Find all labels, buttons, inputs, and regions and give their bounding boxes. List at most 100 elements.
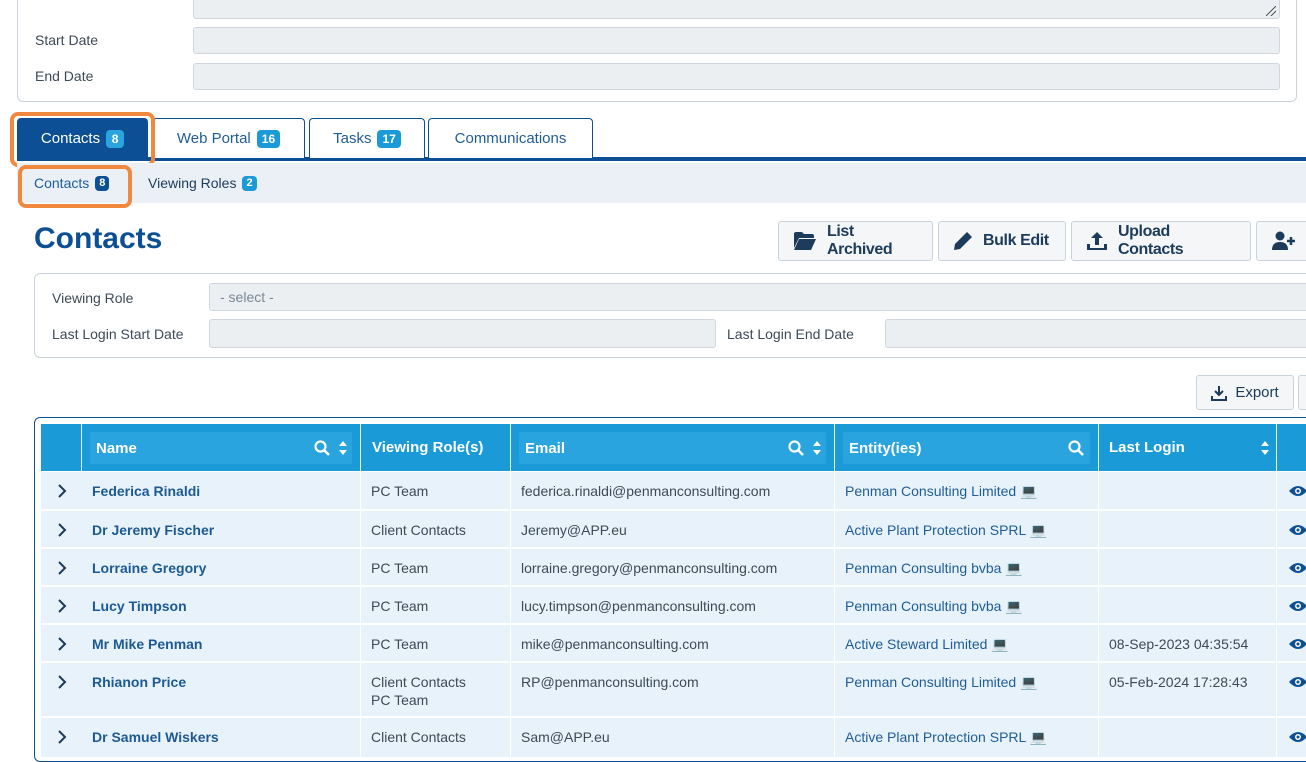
- search-icon[interactable]: [1068, 440, 1084, 456]
- contact-entity[interactable]: Penman Consulting Limited 💻: [835, 663, 1099, 716]
- table-row[interactable]: Lucy Timpson PC Team lucy.timpson@penman…: [41, 587, 1306, 624]
- contact-last-login: [1099, 511, 1277, 547]
- view-eye-icon[interactable]: [1288, 561, 1306, 578]
- entity-column-header[interactable]: Entity(ies): [835, 424, 1099, 471]
- contact-name-link[interactable]: Federica Rinaldi: [82, 472, 361, 509]
- contact-email: RP@penmanconsulting.com: [511, 663, 835, 716]
- entity-link[interactable]: Active Plant Protection SPRL: [845, 522, 1026, 538]
- contact-role: PC Team: [361, 549, 511, 585]
- contact-last-login: 05-Feb-2024 17:28:43: [1099, 663, 1277, 716]
- view-eye-icon[interactable]: [1288, 637, 1306, 654]
- expand-chevron-icon[interactable]: [57, 523, 67, 540]
- contact-name-link[interactable]: Dr Samuel Wiskers: [82, 718, 361, 757]
- contact-entity[interactable]: Active Plant Protection SPRL 💻: [835, 718, 1099, 757]
- contact-email: Sam@APP.eu: [511, 718, 835, 757]
- search-icon[interactable]: [788, 440, 804, 456]
- add-contact-button[interactable]: A: [1256, 221, 1306, 261]
- sub-tabs: Contacts 8 Viewing Roles 2: [17, 163, 1306, 203]
- entity-link[interactable]: Active Plant Protection SPRL: [845, 729, 1026, 745]
- entity-link[interactable]: Active Steward Limited: [845, 636, 987, 652]
- bulk-edit-button[interactable]: Bulk Edit: [938, 221, 1066, 261]
- contact-last-login: [1099, 549, 1277, 585]
- contact-entity[interactable]: Active Steward Limited 💻: [835, 625, 1099, 661]
- entity-link[interactable]: Penman Consulting Limited: [845, 674, 1016, 690]
- table-row[interactable]: Mr Mike Penman PC Team mike@penmanconsul…: [41, 625, 1306, 662]
- contact-entity[interactable]: Penman Consulting Limited 💻: [835, 472, 1099, 509]
- tab-web-portal[interactable]: Web Portal 16: [152, 118, 305, 158]
- export-button[interactable]: Export: [1196, 375, 1294, 410]
- list-archived-button[interactable]: List Archived: [778, 221, 933, 261]
- viewing-role-select[interactable]: - select -: [209, 283, 1306, 311]
- tab-contacts[interactable]: Contacts 8: [17, 118, 148, 158]
- last-login-start-input[interactable]: [209, 319, 716, 348]
- sort-icon[interactable]: [338, 440, 348, 456]
- table-row[interactable]: Dr Samuel Wiskers Client Contacts Sam@AP…: [41, 718, 1306, 758]
- contact-name-link[interactable]: Lucy Timpson: [82, 587, 361, 623]
- filter-panel: Viewing Role - select - Last Login Start…: [34, 273, 1306, 358]
- contact-name-link[interactable]: Dr Jeremy Fischer: [82, 511, 361, 547]
- last-login-column-header[interactable]: Last Login: [1099, 424, 1277, 471]
- expand-chevron-icon[interactable]: [57, 484, 67, 501]
- view-eye-icon[interactable]: [1288, 730, 1306, 747]
- contact-role: Client Contacts: [371, 674, 466, 690]
- contact-email: lorraine.gregory@penmanconsulting.com: [511, 549, 835, 585]
- more-options-button[interactable]: [1298, 375, 1306, 410]
- expand-chevron-icon[interactable]: [57, 561, 67, 578]
- contact-roles: Client Contacts PC Team: [361, 663, 511, 716]
- search-icon[interactable]: [314, 440, 330, 456]
- laptop-icon: 💻: [1020, 483, 1038, 499]
- contact-name-link[interactable]: Rhianon Price: [82, 663, 361, 716]
- table-row[interactable]: Federica Rinaldi PC Team federica.rinald…: [41, 472, 1306, 510]
- subtab-viewing-roles-label: Viewing Roles: [148, 175, 237, 191]
- entity-column-label: Entity(ies): [849, 439, 922, 457]
- view-eye-icon[interactable]: [1288, 675, 1306, 692]
- tab-tasks-badge: 17: [377, 129, 401, 148]
- contact-entity[interactable]: Penman Consulting bvba 💻: [835, 549, 1099, 585]
- sort-icon[interactable]: [1260, 440, 1270, 456]
- subtab-contacts-label: Contacts: [34, 175, 90, 191]
- main-tabs: Contacts 8 Web Portal 16 Tasks 17 Commun…: [0, 112, 1306, 162]
- entity-link[interactable]: Penman Consulting bvba: [845, 598, 1001, 614]
- expand-chevron-icon[interactable]: [57, 675, 67, 692]
- name-column-header[interactable]: Name: [82, 424, 361, 471]
- expand-chevron-icon[interactable]: [57, 599, 67, 616]
- view-eye-icon[interactable]: [1288, 523, 1306, 540]
- table-row[interactable]: Lorraine Gregory PC Team lorraine.gregor…: [41, 549, 1306, 586]
- tab-communications-label: Communications: [454, 130, 567, 147]
- upload-contacts-button[interactable]: Upload Contacts: [1071, 221, 1251, 261]
- subtab-contacts[interactable]: Contacts 8: [34, 163, 110, 203]
- contact-role: PC Team: [361, 587, 511, 623]
- pencil-icon: [954, 232, 972, 250]
- contact-entity[interactable]: Penman Consulting bvba 💻: [835, 587, 1099, 623]
- contact-name-link[interactable]: Lorraine Gregory: [82, 549, 361, 585]
- entity-link[interactable]: Penman Consulting bvba: [845, 560, 1001, 576]
- subtab-viewing-roles-badge: 2: [242, 175, 257, 191]
- tab-contacts-badge: 8: [106, 129, 125, 148]
- end-date-input[interactable]: [193, 63, 1280, 90]
- download-icon: [1211, 385, 1228, 401]
- subtab-viewing-roles[interactable]: Viewing Roles 2: [148, 163, 257, 203]
- resize-grip-icon[interactable]: [1266, 6, 1276, 16]
- table-row[interactable]: Dr Jeremy Fischer Client Contacts Jeremy…: [41, 511, 1306, 548]
- view-eye-icon[interactable]: [1288, 599, 1306, 616]
- contact-last-login: [1099, 472, 1277, 509]
- start-date-input[interactable]: [193, 27, 1280, 54]
- tab-tasks[interactable]: Tasks 17: [309, 118, 425, 158]
- view-eye-icon[interactable]: [1288, 484, 1306, 501]
- sort-icon[interactable]: [812, 440, 822, 456]
- export-label: Export: [1235, 384, 1279, 401]
- entity-link[interactable]: Penman Consulting Limited: [845, 483, 1016, 499]
- last-login-end-label: Last Login End Date: [727, 326, 854, 342]
- email-column-header[interactable]: Email: [511, 424, 835, 471]
- expand-chevron-icon[interactable]: [57, 730, 67, 747]
- last-login-end-input[interactable]: [885, 319, 1306, 348]
- tab-tasks-label: Tasks: [333, 130, 372, 147]
- contact-entity[interactable]: Active Plant Protection SPRL 💻: [835, 511, 1099, 547]
- expand-chevron-icon[interactable]: [57, 637, 67, 654]
- contact-email: mike@penmanconsulting.com: [511, 625, 835, 661]
- description-textarea[interactable]: [193, 0, 1280, 19]
- tab-communications[interactable]: Communications: [428, 118, 593, 158]
- tab-web-portal-badge: 16: [256, 129, 281, 148]
- contact-name-link[interactable]: Mr Mike Penman: [82, 625, 361, 661]
- table-row[interactable]: Rhianon Price Client Contacts PC Team RP…: [41, 663, 1306, 717]
